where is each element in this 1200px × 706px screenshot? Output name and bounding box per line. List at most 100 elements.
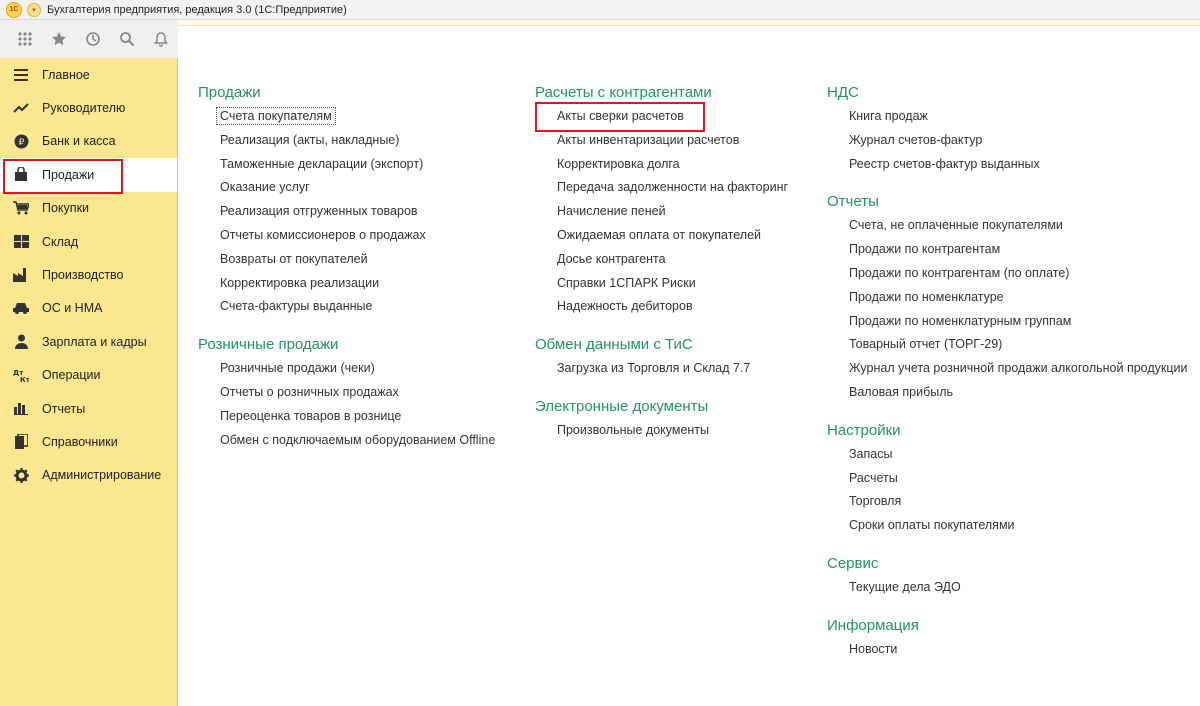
sidebar-item-sales[interactable]: Продажи xyxy=(0,158,177,195)
sidebar-item-admin[interactable]: Администрирование xyxy=(0,459,177,492)
search-icon[interactable] xyxy=(110,24,144,54)
link-invoice-registry[interactable]: Реестр счетов-фактур выданных xyxy=(827,153,1187,177)
sidebar-item-references[interactable]: Справочники xyxy=(0,425,177,458)
sidebar-item-warehouse[interactable]: Склад xyxy=(0,225,177,258)
gear-icon xyxy=(12,466,30,484)
link-torg29[interactable]: Товарный отчет (ТОРГ-29) xyxy=(827,333,1187,357)
sidebar-item-label: Операции xyxy=(42,368,101,383)
link-shipped-goods[interactable]: Реализация отгруженных товаров xyxy=(198,200,495,224)
link-sales-book[interactable]: Книга продаж xyxy=(827,105,1187,129)
sidebar-item-label: Руководителю xyxy=(42,101,126,116)
sidebar-item-label: Покупки xyxy=(42,201,90,216)
link-counterparty-dossier[interactable]: Досье контрагента xyxy=(535,248,788,272)
bell-icon[interactable] xyxy=(144,24,178,54)
link-stocks[interactable]: Запасы xyxy=(827,443,1187,467)
section-title-info[interactable]: Информация xyxy=(827,614,1187,638)
sidebar-item-production[interactable]: Производство xyxy=(0,258,177,291)
section-title-reports[interactable]: Отчеты xyxy=(827,190,1187,214)
link-sales-acts[interactable]: Реализация (акты, накладные) xyxy=(198,129,495,153)
link-alcohol-journal[interactable]: Журнал учета розничной продажи алкогольн… xyxy=(827,357,1187,381)
link-commission-reports[interactable]: Отчеты комиссионеров о продажах xyxy=(198,224,495,248)
section-title-sales[interactable]: Продажи xyxy=(198,81,495,105)
link-sales-by-groups[interactable]: Продажи по номенклатурным группам xyxy=(827,310,1187,334)
sidebar-item-payroll[interactable]: Зарплата и кадры xyxy=(0,325,177,358)
sidebar-item-label: Производство xyxy=(42,268,124,283)
link-retail-revaluation[interactable]: Переоценка товаров в рознице xyxy=(198,405,495,429)
sidebar-item-label: Главное xyxy=(42,67,90,82)
sidebar-item-label: Банк и касса xyxy=(42,134,116,149)
star-icon[interactable] xyxy=(42,24,76,54)
section-title-vat[interactable]: НДС xyxy=(827,81,1187,105)
link-arbitrary-docs[interactable]: Произвольные документы xyxy=(535,419,788,443)
sidebar-item-label: Продажи xyxy=(42,167,95,182)
section-title-retail[interactable]: Розничные продажи xyxy=(198,333,495,357)
svg-text:Кт: Кт xyxy=(20,376,29,382)
link-retail-receipts[interactable]: Розничные продажи (чеки) xyxy=(198,357,495,381)
link-factoring[interactable]: Передача задолженности на факторинг xyxy=(535,176,788,200)
toolbar xyxy=(0,20,178,58)
factory-icon xyxy=(12,266,30,284)
link-retail-reports[interactable]: Отчеты о розничных продажах xyxy=(198,381,495,405)
main-menu-button[interactable]: ▾ xyxy=(27,2,41,17)
sidebar-item-assets[interactable]: ОС и НМА xyxy=(0,292,177,325)
book-icon xyxy=(12,433,30,451)
link-debt-adjustment[interactable]: Корректировка долга xyxy=(535,153,788,177)
link-sales-adjustment[interactable]: Корректировка реализации xyxy=(198,272,495,296)
link-invoices-issued[interactable]: Счета-фактуры выданные xyxy=(198,295,495,319)
section-title-settings[interactable]: Настройки xyxy=(827,419,1187,443)
link-sales-by-counterparty-payment[interactable]: Продажи по контрагентам (по оплате) xyxy=(827,262,1187,286)
link-payment-terms[interactable]: Сроки оплаты покупателями xyxy=(827,514,1187,538)
sidebar-item-label: Склад xyxy=(42,234,79,249)
link-sales-by-counterparty[interactable]: Продажи по контрагентам xyxy=(827,238,1187,262)
trend-icon xyxy=(12,99,30,117)
apps-grid-icon[interactable] xyxy=(8,24,42,54)
section-title-service[interactable]: Сервис xyxy=(827,552,1187,576)
bag-icon xyxy=(12,166,30,184)
link-edo-tasks[interactable]: Текущие дела ЭДО xyxy=(827,576,1187,600)
link-gross-profit[interactable]: Валовая прибыль xyxy=(827,381,1187,405)
link-spark-risks[interactable]: Справки 1СПАРК Риски xyxy=(535,272,788,296)
sidebar-item-reports[interactable]: Отчеты xyxy=(0,392,177,425)
link-services[interactable]: Оказание услуг xyxy=(198,176,495,200)
bar-chart-icon xyxy=(12,400,30,418)
link-invoice-journal[interactable]: Журнал счетов-фактур xyxy=(827,129,1187,153)
column-3: НДС Книга продаж Журнал счетов-фактур Ре… xyxy=(827,81,1187,662)
link-customer-invoices[interactable]: Счета покупателям xyxy=(198,105,495,129)
link-penalties[interactable]: Начисление пеней xyxy=(535,200,788,224)
sidebar-item-bank[interactable]: ₽ Банк и касса xyxy=(0,125,177,158)
link-debtor-reliability[interactable]: Надежность дебиторов xyxy=(535,295,788,319)
sidebar-item-label: Администрирование xyxy=(42,468,162,483)
link-reconciliation-acts[interactable]: Акты сверки расчетов xyxy=(535,102,788,132)
dt-kt-icon: Дт Кт xyxy=(12,366,30,384)
link-trade[interactable]: Торговля xyxy=(827,490,1187,514)
sidebar-item-operations[interactable]: Дт Кт Операции xyxy=(0,359,177,392)
tab-strip xyxy=(178,20,1200,26)
svg-text:₽: ₽ xyxy=(18,138,24,148)
history-icon[interactable] xyxy=(76,24,110,54)
sidebar-item-purchases[interactable]: Покупки xyxy=(0,192,177,225)
link-sales-by-nomenclature[interactable]: Продажи по номенклатуре xyxy=(827,286,1187,310)
sidebar-item-main[interactable]: Главное xyxy=(0,58,177,91)
link-customer-returns[interactable]: Возвраты от покупателей xyxy=(198,248,495,272)
link-customs-declarations[interactable]: Таможенные декларации (экспорт) xyxy=(198,153,495,177)
link-offline-equipment[interactable]: Обмен с подключаемым оборудованием Offli… xyxy=(198,429,495,453)
section-title-tis-exchange[interactable]: Обмен данными с ТиС xyxy=(535,333,788,357)
column-2: Расчеты с контрагентами Акты сверки расч… xyxy=(535,81,788,443)
window-title-bar: 1С ▾ Бухгалтерия предприятия, редакция 3… xyxy=(0,0,1200,20)
sections-sidebar: Главное Руководителю ₽ Банк и касса Прод… xyxy=(0,58,178,706)
coin-icon: ₽ xyxy=(12,132,30,150)
sidebar-item-manager[interactable]: Руководителю xyxy=(0,91,177,124)
section-title-edocs[interactable]: Электронные документы xyxy=(535,395,788,419)
cart-icon xyxy=(12,199,30,217)
link-news[interactable]: Новости xyxy=(827,638,1187,662)
link-expected-payment[interactable]: Ожидаемая оплата от покупателей xyxy=(535,224,788,248)
warehouse-icon xyxy=(12,233,30,251)
person-icon xyxy=(12,333,30,351)
menu-lines-icon xyxy=(12,66,30,84)
link-unpaid-invoices[interactable]: Счета, не оплаченные покупателями xyxy=(827,214,1187,238)
link-settlements[interactable]: Расчеты xyxy=(827,467,1187,491)
column-1: Продажи Счета покупателям Реализация (ак… xyxy=(198,81,495,452)
1c-logo-icon: 1С xyxy=(6,1,22,18)
link-load-ts77[interactable]: Загрузка из Торговля и Склад 7.7 xyxy=(535,357,788,381)
link-inventory-acts[interactable]: Акты инвентаризации расчетов xyxy=(535,129,788,153)
